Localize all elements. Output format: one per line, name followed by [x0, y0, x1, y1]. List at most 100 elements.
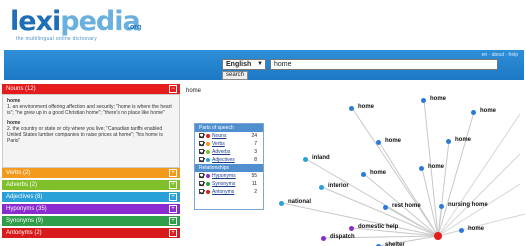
- graph-edge: [437, 113, 521, 237]
- legend-count: 8: [254, 157, 257, 163]
- chevron-down-icon: ▼: [257, 61, 263, 67]
- logo-wordmark: lexipedia: [10, 6, 141, 37]
- legend-checkbox[interactable]: [199, 181, 204, 187]
- graph-hub-node: [434, 232, 442, 240]
- legend-count: 2: [254, 189, 257, 195]
- graph-node-label[interactable]: home: [428, 164, 444, 170]
- graph-node-label[interactable]: home: [430, 96, 446, 102]
- expand-icon[interactable]: +: [169, 229, 177, 237]
- category-bar[interactable]: Antonyms (2) +: [2, 228, 180, 238]
- graph-node-dot[interactable]: [361, 172, 366, 177]
- graph-node-dot[interactable]: [303, 157, 308, 162]
- expand-icon[interactable]: +: [169, 193, 177, 201]
- word-class-sidebar: Nouns (12) − home 1. an environment offe…: [2, 84, 180, 246]
- collapse-icon[interactable]: −: [169, 85, 177, 93]
- lexipedia-logo[interactable]: lexipedia .org the multilingual online d…: [10, 6, 190, 42]
- search-band: en · about · help English ▼ home search: [4, 50, 524, 80]
- legend-label[interactable]: Synonyms: [212, 181, 235, 187]
- graph-node-label[interactable]: rest home: [392, 203, 421, 209]
- graph-node-label[interactable]: domestic help: [358, 224, 398, 230]
- legend-checkbox[interactable]: [199, 157, 204, 163]
- legend-label[interactable]: Adjectives: [212, 157, 235, 163]
- language-select-value: English: [226, 61, 252, 68]
- legend-label[interactable]: Verbs: [212, 141, 225, 147]
- category-label: Adjectives (8): [6, 194, 43, 200]
- legend-row[interactable]: Synonyms 11: [195, 180, 263, 188]
- graph-node-label[interactable]: national: [288, 199, 311, 205]
- legend-color-dot: [206, 181, 210, 186]
- graph-node-dot[interactable]: [421, 98, 426, 103]
- graph-node-label[interactable]: home: [455, 137, 471, 143]
- graph-node-dot[interactable]: [349, 226, 354, 231]
- legend-row[interactable]: Antonyms 2: [195, 188, 263, 196]
- language-select[interactable]: English ▼: [222, 59, 266, 70]
- logo-tld: .org: [128, 24, 142, 31]
- category-bar[interactable]: Adverbs (2) +: [2, 180, 180, 190]
- graph-node-dot[interactable]: [459, 228, 464, 233]
- graph-node-dot[interactable]: [279, 201, 284, 206]
- graph-node-dot[interactable]: [419, 166, 424, 171]
- legend-row[interactable]: Nouns 24: [195, 132, 263, 140]
- expand-icon[interactable]: +: [169, 181, 177, 189]
- category-label: Verbs (2): [6, 170, 31, 176]
- graph-legend: Parts of speech Nouns 24 Verbs 7 Adverbs 3 Adj…: [194, 123, 264, 210]
- legend-label[interactable]: Hyponyms: [212, 173, 236, 179]
- noun-definitions: home 1. an environment offering affectio…: [2, 94, 180, 168]
- legend-color-dot: [206, 157, 210, 162]
- graph-node-label[interactable]: dispatch: [330, 234, 355, 240]
- graph-node-label[interactable]: home: [385, 138, 401, 144]
- expand-icon[interactable]: +: [169, 205, 177, 213]
- legend-row[interactable]: Adverbs 3: [195, 148, 263, 156]
- category-bar[interactable]: Adjectives (8) +: [2, 192, 180, 202]
- graph-node-label[interactable]: interior: [328, 183, 349, 189]
- legend-color-dot: [206, 133, 210, 138]
- graph-node-label[interactable]: shelter: [385, 242, 405, 246]
- legend-count: 7: [254, 141, 257, 147]
- legend-checkbox[interactable]: [199, 149, 204, 155]
- legend-row[interactable]: Adjectives 8: [195, 156, 263, 164]
- category-bar[interactable]: Synonyms (9) +: [2, 216, 180, 226]
- expand-icon[interactable]: +: [169, 169, 177, 177]
- graph-edge: [378, 141, 439, 237]
- category-label: Synonyms (9): [6, 218, 44, 224]
- legend-color-dot: [206, 173, 210, 178]
- graph-node-label[interactable]: home: [480, 108, 496, 114]
- definition-text: 1. an environment offering affection and…: [7, 104, 172, 116]
- legend-label[interactable]: Antonyms: [212, 189, 234, 195]
- legend-parts-header: Parts of speech: [195, 124, 263, 132]
- legend-row[interactable]: Verbs 7: [195, 140, 263, 148]
- graph-node-label[interactable]: home: [468, 226, 484, 232]
- definition-text: 2. the country or state or city where yo…: [7, 126, 163, 144]
- graph-edge: [421, 167, 439, 237]
- legend-row[interactable]: Hyponyms 55: [195, 172, 263, 180]
- expand-icon[interactable]: +: [169, 217, 177, 225]
- legend-label[interactable]: Nouns: [212, 133, 226, 139]
- search-button[interactable]: search: [222, 71, 248, 80]
- legend-count: 24: [251, 133, 257, 139]
- graph-node-label[interactable]: nursing home: [448, 202, 488, 208]
- category-bar[interactable]: Hyponyms (35) +: [2, 204, 180, 214]
- graph-node-label[interactable]: home: [358, 104, 374, 110]
- graph-node-dot[interactable]: [376, 140, 381, 145]
- legend-label[interactable]: Adverbs: [212, 149, 230, 155]
- graph-node-dot[interactable]: [446, 139, 451, 144]
- header-links[interactable]: en · about · help: [482, 52, 518, 58]
- graph-node-dot[interactable]: [319, 185, 324, 190]
- legend-checkbox[interactable]: [199, 141, 204, 147]
- legend-color-dot: [206, 149, 210, 154]
- search-input[interactable]: home: [270, 59, 498, 70]
- graph-node-label[interactable]: inland: [312, 155, 330, 161]
- graph-node-dot[interactable]: [321, 236, 326, 241]
- graph-node-dot[interactable]: [349, 106, 354, 111]
- legend-checkbox[interactable]: [199, 189, 204, 195]
- graph-node-dot[interactable]: [471, 110, 476, 115]
- graph-node-dot[interactable]: [439, 204, 444, 209]
- legend-color-dot: [206, 189, 210, 194]
- graph-node-label[interactable]: home: [370, 170, 386, 176]
- category-nouns[interactable]: Nouns (12) −: [2, 84, 180, 94]
- legend-checkbox[interactable]: [199, 133, 204, 139]
- legend-checkbox[interactable]: [199, 173, 204, 179]
- logo-tagline: the multilingual online dictionary: [16, 36, 98, 42]
- category-bar[interactable]: Verbs (2) +: [2, 168, 180, 178]
- graph-node-dot[interactable]: [383, 205, 388, 210]
